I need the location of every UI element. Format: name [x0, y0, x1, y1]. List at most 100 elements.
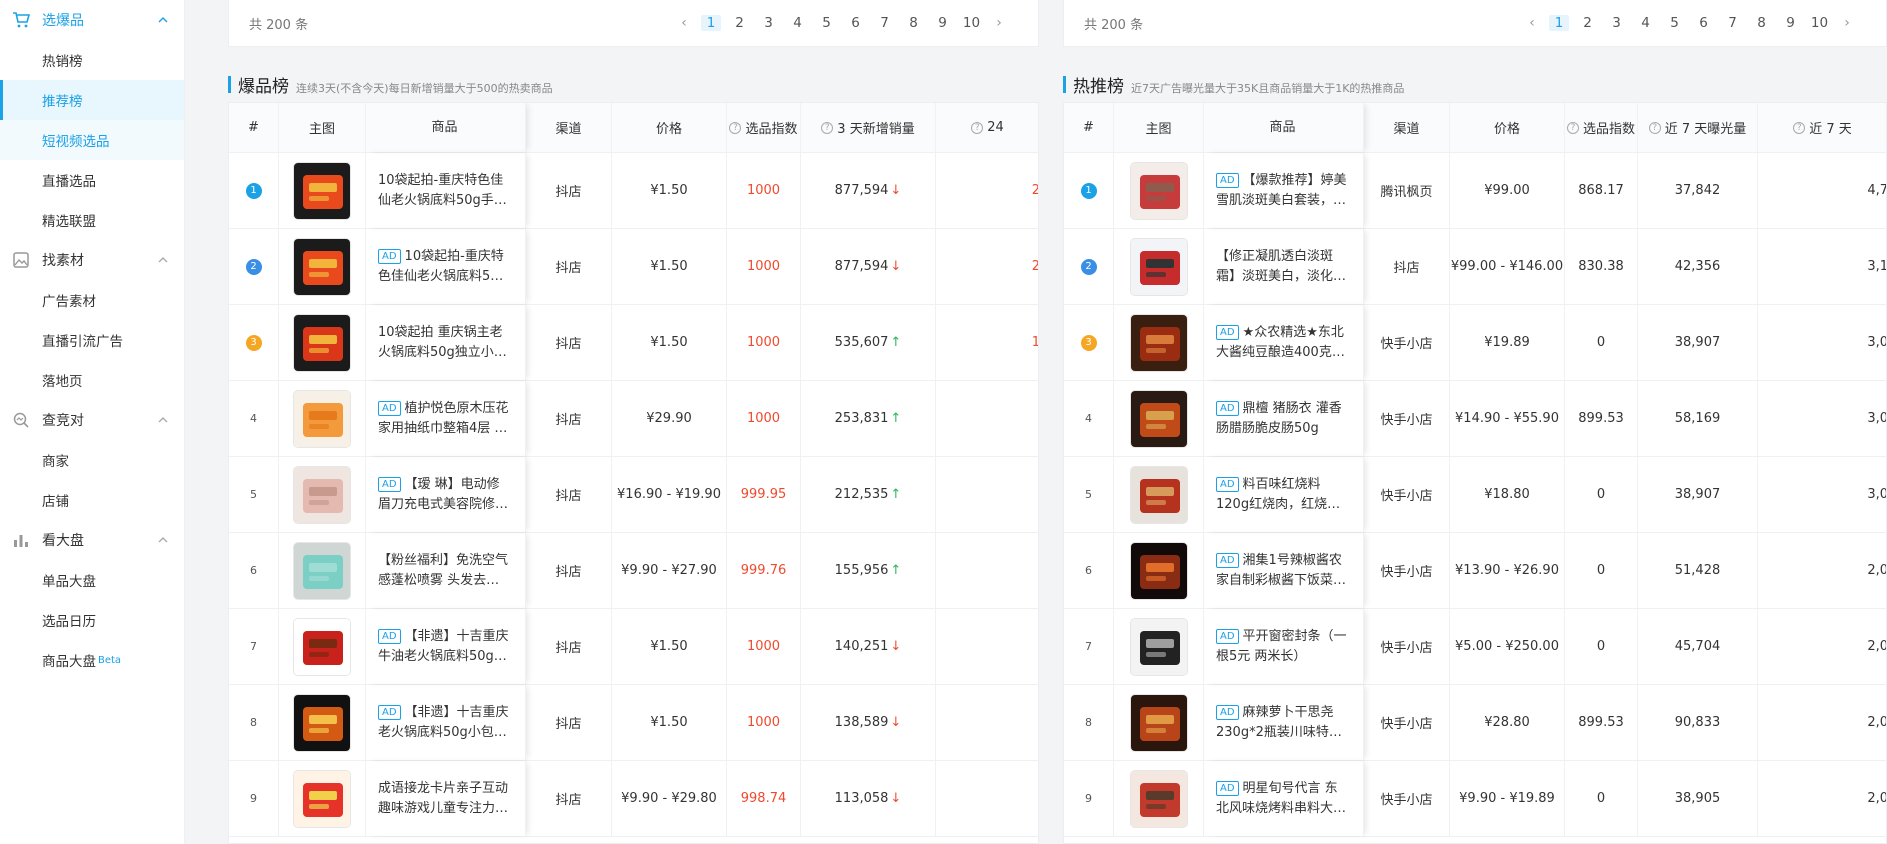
- page-6[interactable]: 6: [841, 15, 870, 31]
- help-icon[interactable]: ?: [1648, 121, 1661, 134]
- product-cell[interactable]: AD麻辣萝卜干思尧230g*2瓶装川味特产农家脆萝卜...: [1204, 685, 1364, 760]
- product-cell[interactable]: AD【非遗】十吉重庆牛油老火锅底料50g小包装一...: [366, 609, 526, 684]
- chevron-up-icon[interactable]: [156, 533, 170, 547]
- page-8[interactable]: 8: [899, 15, 928, 31]
- page-4[interactable]: 4: [1631, 15, 1660, 31]
- sidebar-item[interactable]: 落地页: [0, 360, 184, 400]
- product-cell[interactable]: AD植护悦色原木压花家用抽纸巾整箱4层 20包*90抽: [366, 381, 526, 456]
- product-title[interactable]: 10袋起拍-重庆特色佳仙老火锅底料50g手工全型麻...: [378, 171, 511, 211]
- table-row[interactable]: 3 AD★众农精选★东北大酱纯豆酿造400克X5袋 19.9... 快手小店¥19.…: [1064, 305, 1886, 381]
- column-header[interactable]: ? 3 天新增销量: [801, 103, 936, 152]
- page-3[interactable]: 3: [754, 15, 783, 31]
- product-image[interactable]: [1129, 693, 1188, 752]
- product-title[interactable]: 【粉丝福利】免洗空气感蓬松喷雾 头发去油喷雾 控油...: [378, 551, 511, 591]
- sidebar-item[interactable]: 热销榜: [0, 40, 184, 80]
- product-image[interactable]: [293, 313, 351, 372]
- product-image[interactable]: [293, 769, 351, 828]
- nav-group-0[interactable]: 选爆品: [0, 0, 184, 40]
- sidebar-item[interactable]: 直播选品: [0, 160, 184, 200]
- product-cell[interactable]: 10袋起拍-重庆特色佳仙老火锅底料50g手工全型麻...: [366, 153, 526, 228]
- product-title[interactable]: AD【非遗】十吉重庆老火锅底料50g小包装一人份...: [378, 703, 511, 743]
- table-row[interactable]: 4 AD 鼎檀 猪肠衣 灌香肠腊肠脆皮肠50g 快手小店 ¥14.90 - ¥55.90…: [1064, 381, 1886, 457]
- product-cell[interactable]: 成语接龙卡片亲子互动趣味游戏儿童专注力益智思维...: [366, 761, 526, 836]
- page-5[interactable]: 5: [812, 15, 841, 31]
- sidebar-item[interactable]: 推荐榜: [0, 80, 184, 120]
- product-cell[interactable]: AD 鼎檀 猪肠衣 灌香肠腊肠脆皮肠50g: [1204, 381, 1364, 456]
- chevron-right-icon[interactable]: ›: [986, 15, 1012, 31]
- product-cell[interactable]: AD【瑷 琳】电动修眉刀充电式美容院修剪刮毛神...: [366, 457, 526, 532]
- product-image[interactable]: [293, 693, 351, 752]
- page-9[interactable]: 9: [1776, 15, 1805, 31]
- column-header[interactable]: ? 选品指数: [1565, 103, 1638, 152]
- help-icon[interactable]: ?: [971, 121, 984, 134]
- table-row[interactable]: 2 AD10袋起拍-重庆特色佳仙老火锅底料50g手工全... 抖店¥1.501000…: [229, 229, 1038, 305]
- page-2[interactable]: 2: [725, 15, 754, 31]
- page-10[interactable]: 10: [957, 15, 986, 31]
- page-5[interactable]: 5: [1660, 15, 1689, 31]
- page-1[interactable]: 1: [701, 15, 721, 31]
- nav-group-2[interactable]: 查竞对: [0, 400, 184, 440]
- product-title[interactable]: 【修正凝肌透白淡斑霜】淡斑美白，淡化色斑、雀斑...: [1216, 247, 1349, 287]
- page-3[interactable]: 3: [1602, 15, 1631, 31]
- product-cell[interactable]: AD湘集1号辣椒酱农家自制彩椒酱下饭菜湖南特产2...: [1204, 533, 1364, 608]
- table-row[interactable]: 1 10袋起拍-重庆特色佳仙老火锅底料50g手工全型麻... 抖店¥1.501000…: [229, 153, 1038, 229]
- product-title[interactable]: 10袋起拍 重庆锅主老火锅底料50g独立小包装单人份...: [378, 323, 511, 363]
- product-image[interactable]: [1129, 617, 1188, 676]
- help-icon[interactable]: ?: [1793, 121, 1806, 134]
- product-image[interactable]: [1129, 389, 1188, 448]
- product-cell[interactable]: AD料百味红烧料120g红烧肉，红烧排骨，红烧猪...: [1204, 457, 1364, 532]
- product-title[interactable]: AD★众农精选★东北大酱纯豆酿造400克X5袋 19.9...: [1216, 323, 1349, 363]
- sidebar-item[interactable]: 单品大盘: [0, 560, 184, 600]
- product-image[interactable]: [1129, 237, 1188, 296]
- chevron-up-icon[interactable]: [156, 13, 170, 27]
- product-image[interactable]: [293, 161, 351, 220]
- column-header[interactable]: ? 近 7 天曝光量: [1638, 103, 1758, 152]
- product-cell[interactable]: AD【非遗】十吉重庆老火锅底料50g小包装一人份...: [366, 685, 526, 760]
- product-title[interactable]: AD料百味红烧料120g红烧肉，红烧排骨，红烧猪...: [1216, 475, 1349, 515]
- chevron-right-icon[interactable]: ›: [1834, 15, 1860, 31]
- table-row[interactable]: 8AD【非遗】十吉重庆老火锅底料50g小包装一人份...抖店¥1.5010001…: [229, 685, 1038, 761]
- table-row[interactable]: 7AD【非遗】十吉重庆牛油老火锅底料50g小包装一...抖店¥1.5010001…: [229, 609, 1038, 685]
- table-row[interactable]: 8 AD麻辣萝卜干思尧230g*2瓶装川味特产农家脆萝卜... 快手小店¥28.80…: [1064, 685, 1886, 761]
- table-row[interactable]: 5 AD料百味红烧料120g红烧肉，红烧排骨，红烧猪... 快手小店¥18.800 3…: [1064, 457, 1886, 533]
- table-row[interactable]: 5 AD【瑷 琳】电动修眉刀充电式美容院修剪刮毛神... 抖店¥16.90 - ¥1…: [229, 457, 1038, 533]
- sidebar-item[interactable]: 店铺: [0, 480, 184, 520]
- page-8[interactable]: 8: [1747, 15, 1776, 31]
- product-title[interactable]: AD明星旬号代言 东北风味烧烤料串料大袋30g装...: [1216, 779, 1349, 819]
- sidebar-item[interactable]: 短视频选品: [0, 120, 184, 160]
- sidebar-item[interactable]: 直播引流广告: [0, 320, 184, 360]
- nav-group-1[interactable]: 找素材: [0, 240, 184, 280]
- product-image[interactable]: [1129, 769, 1188, 828]
- sidebar-item[interactable]: 商品大盘 Beta: [0, 640, 184, 680]
- help-icon[interactable]: ?: [729, 121, 742, 134]
- product-title[interactable]: AD【瑷 琳】电动修眉刀充电式美容院修剪刮毛神...: [378, 475, 511, 515]
- chevron-left-icon[interactable]: ‹: [1519, 15, 1545, 31]
- product-cell[interactable]: AD 平开窗密封条（一根5元 两米长）: [1204, 609, 1364, 684]
- product-cell[interactable]: AD明星旬号代言 东北风味烧烤料串料大袋30g装...: [1204, 761, 1364, 836]
- product-cell[interactable]: 【修正凝肌透白淡斑霜】淡斑美白，淡化色斑、雀斑...: [1204, 229, 1364, 304]
- product-image[interactable]: [1129, 541, 1188, 600]
- column-header[interactable]: ? 近 7 天: [1758, 103, 1886, 152]
- product-image[interactable]: [293, 389, 351, 448]
- page-9[interactable]: 9: [928, 15, 957, 31]
- product-cell[interactable]: AD★众农精选★东北大酱纯豆酿造400克X5袋 19.9...: [1204, 305, 1364, 380]
- product-image[interactable]: [293, 617, 351, 676]
- product-cell[interactable]: 【粉丝福利】免洗空气感蓬松喷雾 头发去油喷雾 控油...: [366, 533, 526, 608]
- product-cell[interactable]: 10袋起拍 重庆锅主老火锅底料50g独立小包装单人份...: [366, 305, 526, 380]
- product-title[interactable]: AD植护悦色原木压花家用抽纸巾整箱4层 20包*90抽: [378, 399, 511, 439]
- table-row[interactable]: 6 AD湘集1号辣椒酱农家自制彩椒酱下饭菜湖南特产2... 快手小店¥13.90 -…: [1064, 533, 1886, 609]
- product-title[interactable]: AD 鼎檀 猪肠衣 灌香肠腊肠脆皮肠50g: [1216, 399, 1349, 439]
- product-cell[interactable]: AD【爆款推荐】婷美雪肌淡斑美白套装，淡化色斑...: [1204, 153, 1364, 228]
- product-title[interactable]: AD10袋起拍-重庆特色佳仙老火锅底料50g手工全...: [378, 247, 511, 287]
- page-7[interactable]: 7: [870, 15, 899, 31]
- page-1[interactable]: 1: [1549, 15, 1569, 31]
- page-10[interactable]: 10: [1805, 15, 1834, 31]
- product-image[interactable]: [293, 541, 351, 600]
- product-title[interactable]: AD【爆款推荐】婷美雪肌淡斑美白套装，淡化色斑...: [1216, 171, 1349, 211]
- column-header[interactable]: ? 选品指数: [727, 103, 801, 152]
- product-title[interactable]: AD麻辣萝卜干思尧230g*2瓶装川味特产农家脆萝卜...: [1216, 703, 1349, 743]
- page-4[interactable]: 4: [783, 15, 812, 31]
- table-row[interactable]: 3 10袋起拍 重庆锅主老火锅底料50g独立小包装单人份... 抖店¥1.50100…: [229, 305, 1038, 381]
- page-6[interactable]: 6: [1689, 15, 1718, 31]
- table-row[interactable]: 1 AD【爆款推荐】婷美雪肌淡斑美白套装，淡化色斑... 腾讯枫页¥99.00868…: [1064, 153, 1886, 229]
